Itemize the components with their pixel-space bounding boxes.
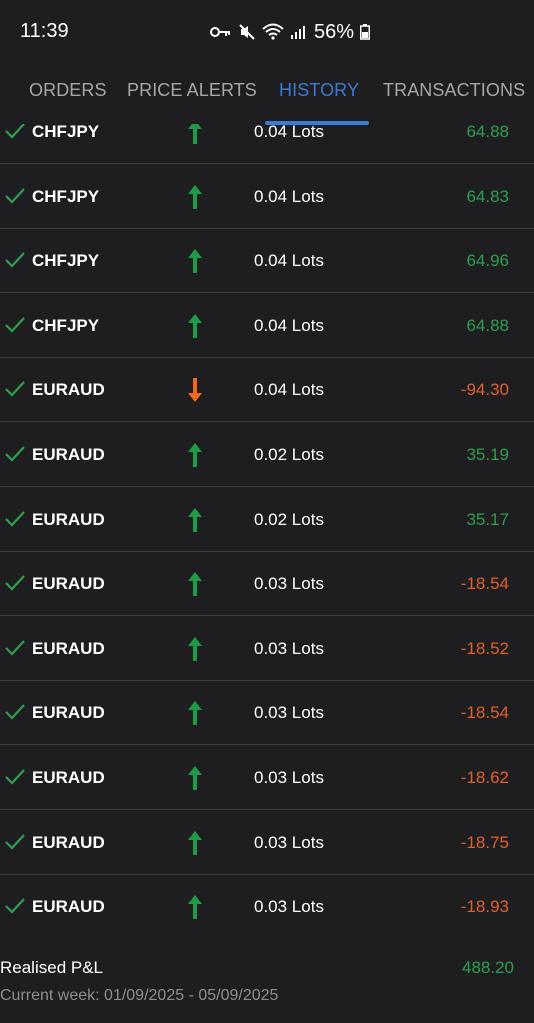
- symbol-label: EURAUD: [32, 509, 105, 529]
- profit-value: -18.75: [460, 832, 509, 852]
- volume-label: 0.02 Lots: [254, 509, 324, 529]
- symbol-label: CHFJPY: [32, 251, 100, 271]
- volume-label: 0.04 Lots: [254, 251, 324, 271]
- history-row[interactable]: EURAUD 0.04 Lots -94.30: [0, 358, 534, 423]
- check-icon: [5, 703, 25, 726]
- symbol-label: EURAUD: [32, 380, 105, 400]
- history-row[interactable]: EURAUD 0.03 Lots -18.93: [0, 875, 534, 938]
- status-bar: 11:39 56%: [0, 0, 534, 62]
- profit-value: -18.54: [460, 703, 509, 723]
- profit-value: -18.54: [460, 574, 509, 594]
- vpn-key-icon: [210, 25, 232, 39]
- arrow-up-icon: [186, 183, 204, 216]
- arrow-up-icon: [186, 506, 204, 539]
- profit-value: 64.88: [466, 124, 509, 141]
- history-row[interactable]: EURAUD 0.03 Lots -18.75: [0, 811, 534, 875]
- volume-label: 0.03 Lots: [254, 574, 324, 594]
- symbol-label: CHFJPY: [32, 186, 100, 206]
- arrow-up-icon: [186, 699, 204, 732]
- profit-value: 35.19: [466, 445, 509, 464]
- arrow-up-icon: [186, 893, 204, 926]
- arrow-up-icon: [186, 635, 204, 668]
- check-icon: [5, 316, 25, 339]
- arrow-up-icon: [186, 570, 204, 603]
- history-row[interactable]: EURAUD 0.02 Lots 35.17: [0, 488, 534, 552]
- history-row[interactable]: EURAUD 0.03 Lots -18.52: [0, 617, 534, 681]
- check-icon: [5, 510, 25, 533]
- history-row[interactable]: CHFJPY 0.04 Lots 64.88: [0, 294, 534, 358]
- tab-bar: ORDERS PRICE ALERTS HISTORY TRANSACTIONS: [0, 62, 534, 125]
- symbol-label: CHFJPY: [32, 124, 100, 141]
- status-icons: 56%: [210, 20, 371, 44]
- symbol-label: EURAUD: [32, 768, 105, 787]
- profit-value: -18.93: [460, 897, 509, 917]
- history-row[interactable]: CHFJPY 0.04 Lots 64.96: [0, 229, 534, 294]
- history-row[interactable]: EURAUD 0.03 Lots -18.54: [0, 681, 534, 746]
- volume-label: 0.03 Lots: [254, 832, 324, 852]
- profit-value: 64.88: [466, 315, 509, 335]
- battery-level: 56%: [314, 20, 355, 43]
- volume-label: 0.04 Lots: [254, 124, 324, 141]
- check-icon: [5, 768, 25, 791]
- arrow-up-icon: [186, 764, 204, 797]
- symbol-label: EURAUD: [32, 832, 105, 852]
- arrow-up-icon: [186, 441, 204, 474]
- check-icon: [5, 251, 25, 274]
- mute-icon: [238, 23, 256, 41]
- arrow-up-icon: [186, 312, 204, 345]
- realised-pl-value: 488.20: [462, 958, 514, 977]
- pl-summary: Realised P&L 488.20 Current week: 01/09/…: [0, 940, 534, 1023]
- volume-label: 0.04 Lots: [254, 186, 324, 206]
- tab-price-alerts[interactable]: PRICE ALERTS: [127, 80, 257, 101]
- check-icon: [5, 445, 25, 468]
- wifi-icon: [262, 23, 284, 41]
- profit-value: 35.17: [466, 509, 509, 529]
- volume-label: 0.03 Lots: [254, 897, 324, 917]
- profit-value: 64.96: [466, 251, 509, 271]
- symbol-label: EURAUD: [32, 638, 105, 658]
- volume-label: 0.04 Lots: [254, 315, 324, 335]
- check-icon: [5, 187, 25, 210]
- symbol-label: EURAUD: [32, 445, 105, 464]
- check-icon: [5, 833, 25, 856]
- volume-label: 0.04 Lots: [254, 380, 324, 400]
- volume-label: 0.03 Lots: [254, 703, 324, 723]
- check-icon: [5, 639, 25, 662]
- check-icon: [5, 124, 25, 145]
- profit-value: -94.30: [460, 380, 509, 400]
- check-icon: [5, 574, 25, 597]
- symbol-label: EURAUD: [32, 703, 105, 723]
- arrow-up-icon: [186, 124, 204, 151]
- history-row[interactable]: EURAUD 0.03 Lots -18.54: [0, 552, 534, 617]
- check-icon: [5, 380, 25, 403]
- volume-label: 0.03 Lots: [254, 768, 324, 787]
- history-row[interactable]: EURAUD 0.03 Lots -18.62: [0, 746, 534, 810]
- history-row[interactable]: CHFJPY 0.04 Lots 64.88: [0, 124, 534, 164]
- tab-transactions[interactable]: TRANSACTIONS: [383, 80, 525, 101]
- volume-label: 0.03 Lots: [254, 638, 324, 658]
- arrow-up-icon: [186, 247, 204, 280]
- status-time: 11:39: [20, 20, 69, 42]
- volume-label: 0.02 Lots: [254, 445, 324, 464]
- history-row[interactable]: EURAUD 0.02 Lots 35.19: [0, 423, 534, 487]
- arrow-up-icon: [186, 829, 204, 862]
- profit-value: -18.52: [460, 638, 509, 658]
- signal-icon: [290, 24, 306, 40]
- arrow-down-icon: [186, 376, 204, 409]
- realised-pl-label: Realised P&L: [0, 958, 104, 977]
- history-row[interactable]: CHFJPY 0.04 Lots 64.83: [0, 165, 534, 229]
- profit-value: -18.62: [460, 768, 509, 787]
- symbol-label: EURAUD: [32, 897, 105, 917]
- battery-icon: [360, 24, 371, 40]
- period-range: Current week: 01/09/2025 - 05/09/2025: [0, 987, 279, 1004]
- check-icon: [5, 897, 25, 920]
- symbol-label: EURAUD: [32, 574, 105, 594]
- profit-value: 64.83: [466, 186, 509, 206]
- symbol-label: CHFJPY: [32, 315, 100, 335]
- tab-history[interactable]: HISTORY: [279, 80, 359, 101]
- tab-orders[interactable]: ORDERS: [29, 80, 107, 101]
- history-list[interactable]: CHFJPY 0.04 Lots 64.88 CHFJPY 0.04 Lots 64.83…: [0, 124, 534, 938]
